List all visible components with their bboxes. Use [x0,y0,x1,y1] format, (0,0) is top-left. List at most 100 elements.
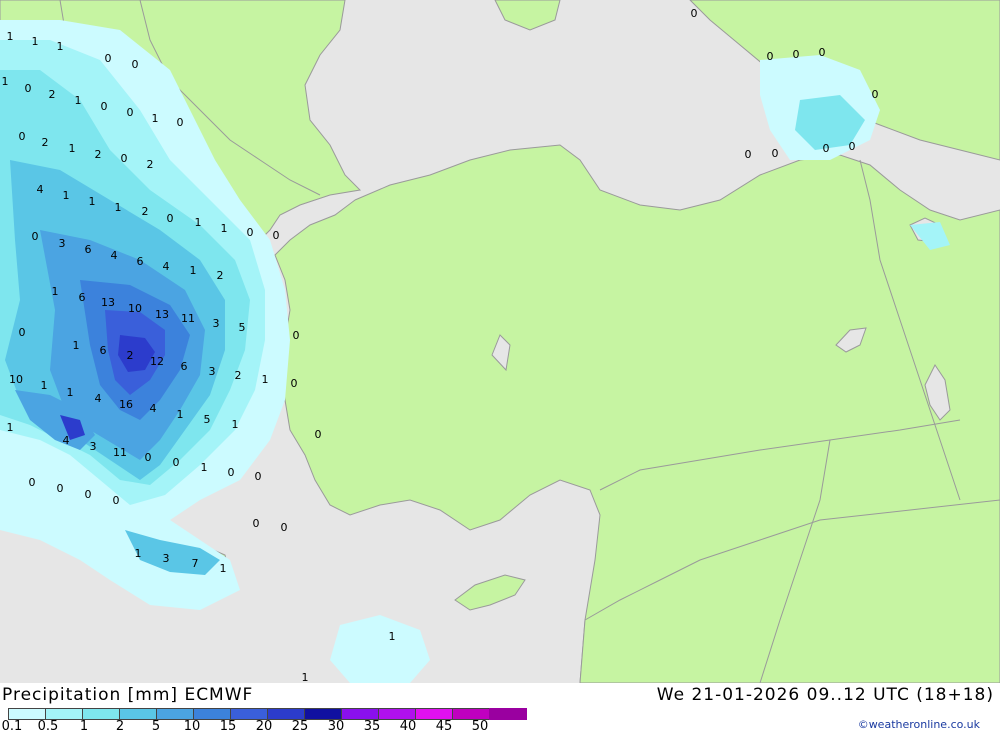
precip-value-label: 5 [239,321,246,334]
precip-value-label: 11 [113,446,127,459]
valid-time: We 21-01-2026 09..12 UTC (18+18) [656,685,994,705]
credit-link[interactable]: ©weatheronline.co.uk [858,718,980,731]
precip-value-label: 1 [221,222,228,235]
legend-footer: Precipitation [mm] ECMWF We 21-01-2026 0… [0,683,1000,734]
precip-value-label: 1 [2,75,9,88]
precip-value-label: 10 [128,302,142,315]
precip-value-label: 2 [217,269,224,282]
precip-value-label: 6 [85,243,92,256]
precip-value-label: 0 [291,377,298,390]
scale-tick-label: 20 [255,719,273,734]
precip-value-label: 1 [262,373,269,386]
precip-value-label: 4 [63,434,70,447]
precip-value-label: 1 [220,562,227,575]
scale-tick-label: 40 [399,719,417,734]
precip-value-label: 0 [793,48,800,61]
precip-value-label: 0 [255,470,262,483]
precip-value-label: 1 [115,201,122,214]
precip-value-label: 0 [145,451,152,464]
precip-value-label: 2 [127,349,134,362]
precip-value-label: 0 [691,7,698,20]
precip-value-label: 1 [7,421,14,434]
precip-value-label: 0 [127,106,134,119]
precip-value-label: 0 [19,326,26,339]
scale-tick-label: 0.1 [1,719,23,734]
precip-value-label: 1 [75,94,82,107]
precip-value-label: 0 [173,456,180,469]
scale-tick-label: 50 [471,719,489,734]
precip-value-label: 6 [79,291,86,304]
precip-value-label: 16 [119,398,133,411]
precip-value-label: 0 [253,517,260,530]
scale-tick-label: 35 [363,719,381,734]
precip-value-label: 13 [155,308,169,321]
precip-value-label: 1 [73,339,80,352]
precip-value-label: 1 [7,30,14,43]
precip-value-label: 1 [389,630,396,643]
scale-tick-label: 5 [151,719,161,734]
precip-value-label: 4 [150,402,157,415]
precip-value-label: 4 [111,249,118,262]
precip-value-label: 3 [163,552,170,565]
precip-value-label: 0 [281,521,288,534]
precip-value-label: 1 [52,285,59,298]
precip-value-label: 0 [849,140,856,153]
precip-value-label: 6 [181,360,188,373]
precip-value-label: 1 [69,142,76,155]
precip-value-label: 0 [315,428,322,441]
precip-value-label: 3 [90,440,97,453]
precip-value-label: 0 [167,212,174,225]
precipitation-map: 1 1 1100 02 1 0 0 1 02 1 200 24 1 1 1 20 1 1 03 6 4 6 4 1 2001 6 1… [0,0,1000,683]
precip-value-label: 10 [9,373,23,386]
precip-value-label: 0 [177,116,184,129]
precip-value-label: 4 [163,260,170,273]
precip-value-label: 0 [823,142,830,155]
precip-value-label: 7 [192,557,199,570]
precip-value-label: 2 [95,148,102,161]
map-title: Precipitation [mm] ECMWF [2,685,254,705]
precip-value-label: 0 [247,226,254,239]
precip-value-label: 1 [135,547,142,560]
precip-value-label: 1 [232,418,239,431]
precip-value-label: 2 [49,88,56,101]
scale-tick-label: 10 [183,719,201,734]
precip-value-label: 0 [293,329,300,342]
precip-value-label: 1 [201,461,208,474]
precip-value-label: 0 [872,88,879,101]
precip-value-label: 0 [105,52,112,65]
scale-tick-label: 0.5 [37,719,59,734]
precip-value-label: 0 [132,58,139,71]
precip-value-label: 12 [150,355,164,368]
precip-value-label: 2 [235,369,242,382]
precip-value-label: 0 [745,148,752,161]
precip-value-label: 0 [19,130,26,143]
precip-value-label: 1 [41,379,48,392]
precip-value-label: 0 [772,147,779,160]
scale-tick-label: 1 [79,719,89,734]
scale-tick-label: 2 [115,719,125,734]
precip-value-label: 0 [32,230,39,243]
precip-value-label: 1 [57,40,64,53]
precip-value-label: 5 [204,413,211,426]
precip-value-label: 3 [209,365,216,378]
scale-tick-label: 25 [291,719,309,734]
precip-value-label: 0 [121,152,128,165]
precip-value-label: 0 [767,50,774,63]
precip-value-label: 1 [89,195,96,208]
scale-tick-label: 45 [435,719,453,734]
precip-value-label: 0 [57,482,64,495]
precip-value-label: 0 [273,229,280,242]
precip-value-label: 0 [819,46,826,59]
scale-tick-label: 30 [327,719,345,734]
precip-value-label: 0 [113,494,120,507]
precip-value-label: 3 [59,237,66,250]
precip-value-label: 0 [85,488,92,501]
precip-value-label: 1 [32,35,39,48]
precip-value-label: 0 [25,82,32,95]
precip-value-label: 2 [142,205,149,218]
precip-value-label: 2 [147,158,154,171]
precip-value-label: 2 [42,136,49,149]
precip-value-label: 1 [152,112,159,125]
precip-value-label: 3 [213,317,220,330]
precip-value-label: 0 [101,100,108,113]
